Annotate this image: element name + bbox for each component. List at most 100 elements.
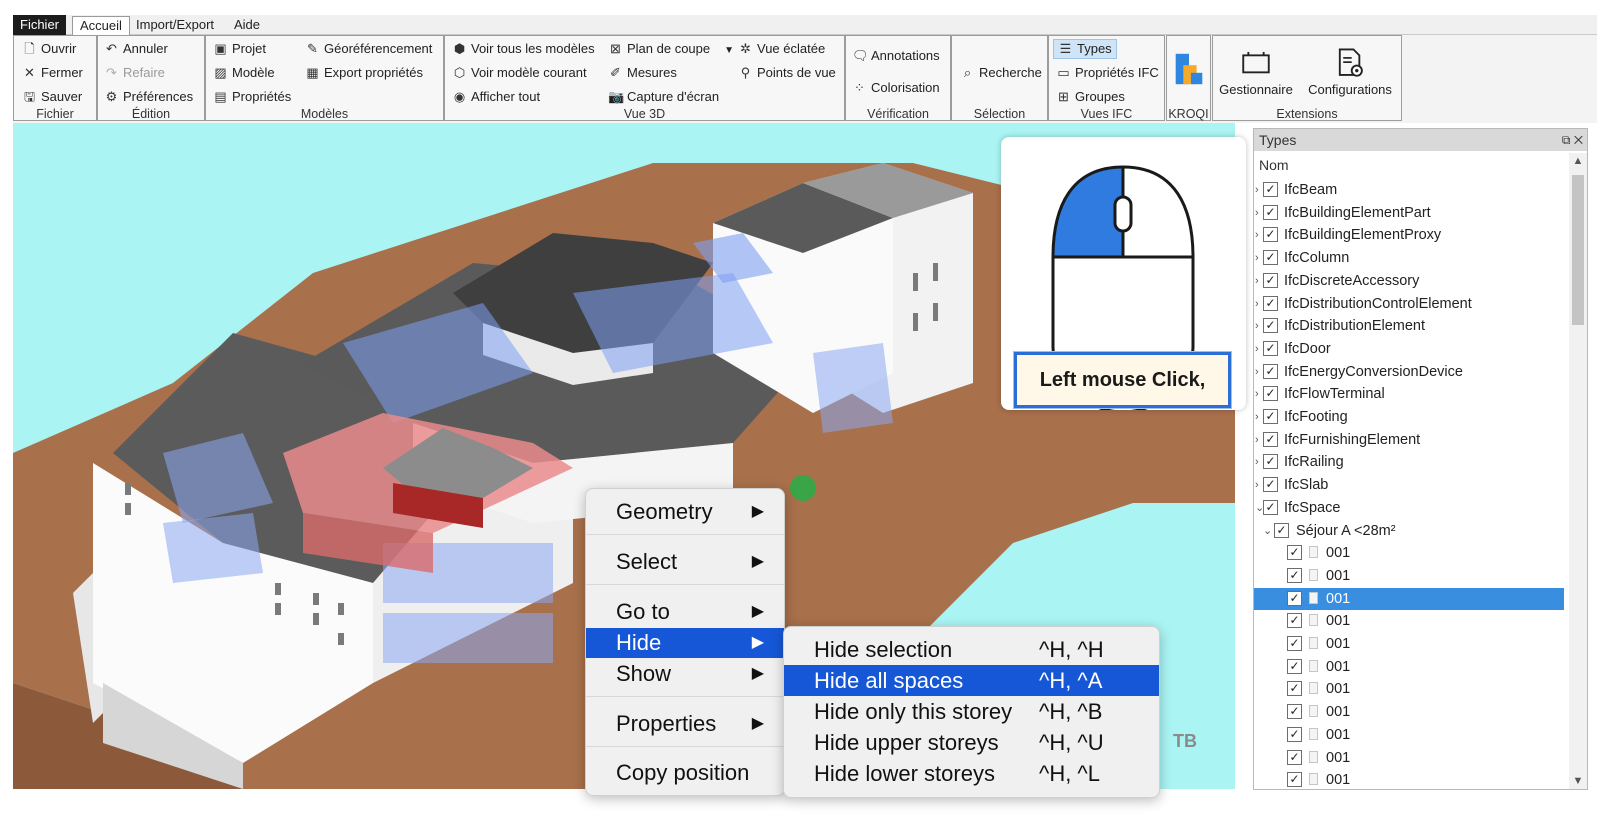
type-row[interactable]: › IfcDiscreteAccessory bbox=[1254, 270, 1564, 292]
submenu-item-hide-selection[interactable]: Hide selection ^H, ^H bbox=[784, 634, 1159, 665]
type-row[interactable]: › IfcBuildingElementPart bbox=[1254, 202, 1564, 224]
space-row[interactable]: 001 bbox=[1254, 701, 1564, 723]
space-row[interactable]: 001 bbox=[1254, 656, 1564, 678]
preferences-button[interactable]: ⚙ Préférences bbox=[104, 89, 193, 105]
kroqi-button[interactable] bbox=[1169, 50, 1209, 90]
model-button[interactable]: ▨ Modèle bbox=[213, 65, 274, 81]
close-button[interactable]: ✕ Fermer bbox=[22, 65, 83, 81]
space-group-row[interactable]: ⌄ Séjour A <28m² bbox=[1254, 520, 1564, 542]
types-button[interactable]: ☰ Types bbox=[1053, 39, 1117, 59]
type-checkbox[interactable] bbox=[1263, 454, 1278, 470]
viewpoints-button[interactable]: ⚲ Points de vue bbox=[738, 65, 836, 81]
group-checkbox[interactable] bbox=[1274, 522, 1289, 538]
type-checkbox[interactable] bbox=[1263, 431, 1278, 447]
space-checkbox[interactable] bbox=[1287, 613, 1302, 629]
space-checkbox[interactable] bbox=[1287, 749, 1302, 765]
undo-button[interactable]: ↶ Annuler bbox=[104, 41, 168, 57]
chevron-down-icon[interactable]: ▼ bbox=[724, 45, 734, 56]
type-checkbox[interactable] bbox=[1263, 499, 1278, 515]
save-button[interactable]: 🖫 Sauver bbox=[22, 89, 82, 105]
space-row[interactable]: 001 bbox=[1254, 587, 1564, 610]
expand-arrow-icon[interactable]: › bbox=[1255, 224, 1263, 246]
annotations-button[interactable]: 🗨 Annotations bbox=[852, 48, 940, 64]
menu-item-select[interactable]: Select ▶ bbox=[586, 547, 784, 577]
collapse-arrow-icon[interactable]: ⌄ bbox=[1255, 497, 1264, 519]
type-checkbox[interactable] bbox=[1263, 363, 1278, 379]
type-checkbox[interactable] bbox=[1263, 318, 1278, 334]
space-checkbox[interactable] bbox=[1287, 590, 1302, 606]
type-row[interactable]: › IfcFurnishingElement bbox=[1254, 429, 1564, 451]
space-row[interactable]: 001 bbox=[1254, 747, 1564, 769]
type-row[interactable]: › IfcFooting bbox=[1254, 406, 1564, 428]
type-row[interactable]: › IfcFlowTerminal bbox=[1254, 383, 1564, 405]
type-row[interactable]: › IfcBuildingElementProxy bbox=[1254, 224, 1564, 246]
types-scrollbar[interactable]: ▲ ▼ bbox=[1569, 153, 1587, 789]
close-icon[interactable]: ✕ bbox=[1574, 133, 1583, 147]
type-row[interactable]: › IfcEnergyConversionDevice bbox=[1254, 361, 1564, 383]
tab-accueil[interactable]: Accueil bbox=[72, 16, 130, 36]
ifc-properties-button[interactable]: ▭ Propriétés IFC bbox=[1056, 65, 1158, 81]
expand-arrow-icon[interactable]: › bbox=[1255, 247, 1263, 269]
collapse-arrow-icon[interactable]: ⌄ bbox=[1263, 520, 1272, 542]
scroll-thumb[interactable] bbox=[1572, 175, 1584, 325]
tab-aide[interactable]: Aide bbox=[227, 16, 267, 35]
screenshot-button[interactable]: 📷 Capture d'écran bbox=[608, 89, 719, 105]
expand-arrow-icon[interactable]: › bbox=[1255, 270, 1263, 292]
expand-arrow-icon[interactable]: › bbox=[1255, 383, 1263, 405]
type-row[interactable]: › IfcSlab bbox=[1254, 474, 1564, 496]
menu-item-go-to[interactable]: Go to ▶ bbox=[586, 597, 784, 627]
exploded-view-button[interactable]: ✲ Vue éclatée bbox=[738, 41, 825, 57]
space-checkbox[interactable] bbox=[1287, 636, 1302, 651]
space-row[interactable]: 001 bbox=[1254, 724, 1564, 746]
search-button[interactable]: ⌕ Recherche bbox=[960, 65, 1042, 81]
expand-arrow-icon[interactable]: › bbox=[1255, 315, 1263, 337]
tab-import-export[interactable]: Import/Export bbox=[129, 16, 221, 35]
manager-button[interactable]: Gestionnaire bbox=[1217, 46, 1295, 98]
type-checkbox[interactable] bbox=[1263, 250, 1278, 266]
expand-arrow-icon[interactable]: › bbox=[1255, 179, 1263, 201]
type-checkbox[interactable] bbox=[1263, 272, 1278, 288]
type-row[interactable]: › IfcDoor bbox=[1254, 338, 1564, 360]
space-checkbox[interactable] bbox=[1287, 772, 1302, 788]
all-models-button[interactable]: ⬢ Voir tous les modèles bbox=[452, 41, 595, 57]
open-button[interactable]: 🗋 Ouvrir bbox=[22, 41, 76, 57]
redo-button[interactable]: ↷ Refaire bbox=[104, 65, 165, 81]
type-row[interactable]: › IfcBeam bbox=[1254, 179, 1564, 201]
type-checkbox[interactable] bbox=[1263, 340, 1278, 356]
expand-arrow-icon[interactable]: › bbox=[1255, 429, 1263, 451]
submenu-item-hide-only-this-storey[interactable]: Hide only this storey ^H, ^B bbox=[784, 696, 1159, 727]
submenu-item-hide-upper-storeys[interactable]: Hide upper storeys ^H, ^U bbox=[784, 727, 1159, 758]
expand-arrow-icon[interactable]: › bbox=[1255, 406, 1263, 428]
type-checkbox[interactable] bbox=[1263, 227, 1278, 243]
type-checkbox[interactable] bbox=[1263, 295, 1278, 311]
type-checkbox[interactable] bbox=[1263, 477, 1278, 493]
type-row[interactable]: › IfcDistributionElement bbox=[1254, 315, 1564, 337]
column-header-nom[interactable]: Nom bbox=[1254, 153, 1564, 177]
section-plane-button[interactable]: ⊠ Plan de coupe ▼ bbox=[608, 41, 734, 59]
space-row[interactable]: 001 bbox=[1254, 610, 1564, 632]
current-model-button[interactable]: ⬡ Voir modèle courant bbox=[452, 65, 587, 81]
georeference-button[interactable]: ✎ Géoréférencement bbox=[305, 41, 432, 57]
space-row[interactable]: 001 bbox=[1254, 678, 1564, 700]
properties-button[interactable]: ▤ Propriétés bbox=[213, 89, 291, 105]
expand-arrow-icon[interactable]: › bbox=[1255, 361, 1263, 383]
space-checkbox[interactable] bbox=[1287, 726, 1302, 742]
type-checkbox[interactable] bbox=[1263, 182, 1278, 197]
type-checkbox[interactable] bbox=[1263, 204, 1278, 220]
space-row[interactable]: 001 bbox=[1254, 565, 1564, 587]
type-checkbox[interactable] bbox=[1263, 386, 1278, 402]
project-button[interactable]: ▣ Projet bbox=[213, 41, 266, 57]
type-row[interactable]: › IfcDistributionControlElement bbox=[1254, 293, 1564, 315]
measures-button[interactable]: ✐ Mesures bbox=[608, 65, 677, 81]
expand-arrow-icon[interactable]: › bbox=[1255, 202, 1263, 224]
space-checkbox[interactable] bbox=[1287, 704, 1302, 720]
expand-arrow-icon[interactable]: › bbox=[1255, 451, 1263, 473]
float-icon[interactable]: ⧉ bbox=[1562, 133, 1571, 147]
menu-item-properties[interactable]: Properties ▶ bbox=[586, 709, 784, 739]
tab-fichier[interactable]: Fichier bbox=[13, 15, 67, 35]
space-checkbox[interactable] bbox=[1287, 681, 1302, 697]
type-row[interactable]: ⌄ IfcSpace bbox=[1254, 497, 1564, 519]
space-row[interactable]: 001 bbox=[1254, 633, 1564, 655]
space-row[interactable]: 001 bbox=[1254, 542, 1564, 564]
submenu-item-hide-all-spaces[interactable]: Hide all spaces ^H, ^A bbox=[784, 665, 1159, 696]
